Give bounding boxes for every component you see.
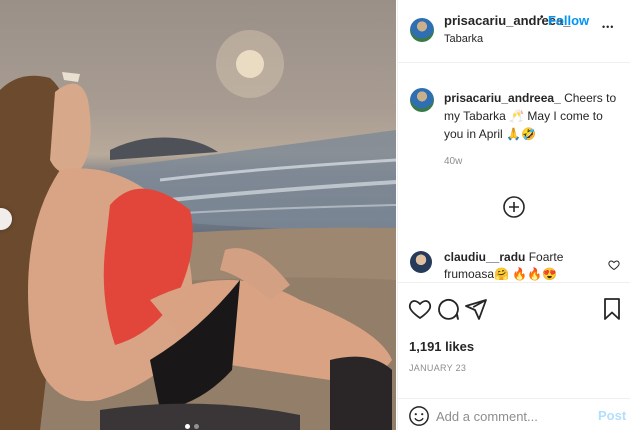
comments-section: prisacariu_andreea_ Cheers to my Tabarka…	[398, 63, 630, 281]
author-avatar[interactable]	[410, 18, 434, 42]
beach-sunset-image	[0, 30, 396, 430]
comment-item: claudiu__radu Foarte frumoasa🤗 🔥🔥😍	[444, 249, 604, 281]
caption-username[interactable]: prisacariu_andreea_	[444, 91, 561, 105]
location-link[interactable]: Tabarka	[444, 33, 483, 45]
carousel-dot	[194, 424, 199, 429]
caption: prisacariu_andreea_ Cheers to my Tabarka…	[444, 89, 624, 143]
post-photo[interactable]	[0, 0, 396, 430]
post-comment-button[interactable]: Post	[598, 408, 626, 423]
comment-icon[interactable]	[436, 297, 460, 321]
post-actions: 1,191 likes JANUARY 23	[398, 282, 630, 393]
carousel-dot-active	[185, 424, 190, 429]
post-side-panel: prisacariu_andreea_ • Follow Tabarka •••…	[397, 0, 630, 430]
emoji-icon[interactable]	[408, 405, 430, 427]
follow-button[interactable]: Follow	[548, 13, 589, 28]
share-icon[interactable]	[464, 297, 488, 321]
plus-circle-icon[interactable]	[502, 195, 526, 219]
comment-input[interactable]	[436, 407, 586, 425]
heart-icon[interactable]	[408, 297, 432, 321]
caption-age[interactable]: 40w	[444, 156, 462, 167]
bookmark-icon[interactable]	[600, 297, 624, 321]
post-header: prisacariu_andreea_ • Follow Tabarka •••	[398, 0, 630, 63]
comment-username[interactable]: claudiu__radu	[444, 250, 525, 264]
separator-dot: •	[540, 12, 544, 23]
post-date[interactable]: JANUARY 23	[409, 363, 466, 373]
add-comment-bar: Post	[398, 398, 630, 431]
caption-avatar[interactable]	[410, 88, 434, 112]
more-options-icon[interactable]: •••	[602, 22, 614, 32]
comment-like-heart-icon[interactable]	[608, 259, 620, 271]
likes-count[interactable]: 1,191 likes	[409, 339, 474, 354]
carousel-indicator	[185, 424, 199, 429]
commenter-avatar[interactable]	[410, 251, 432, 273]
